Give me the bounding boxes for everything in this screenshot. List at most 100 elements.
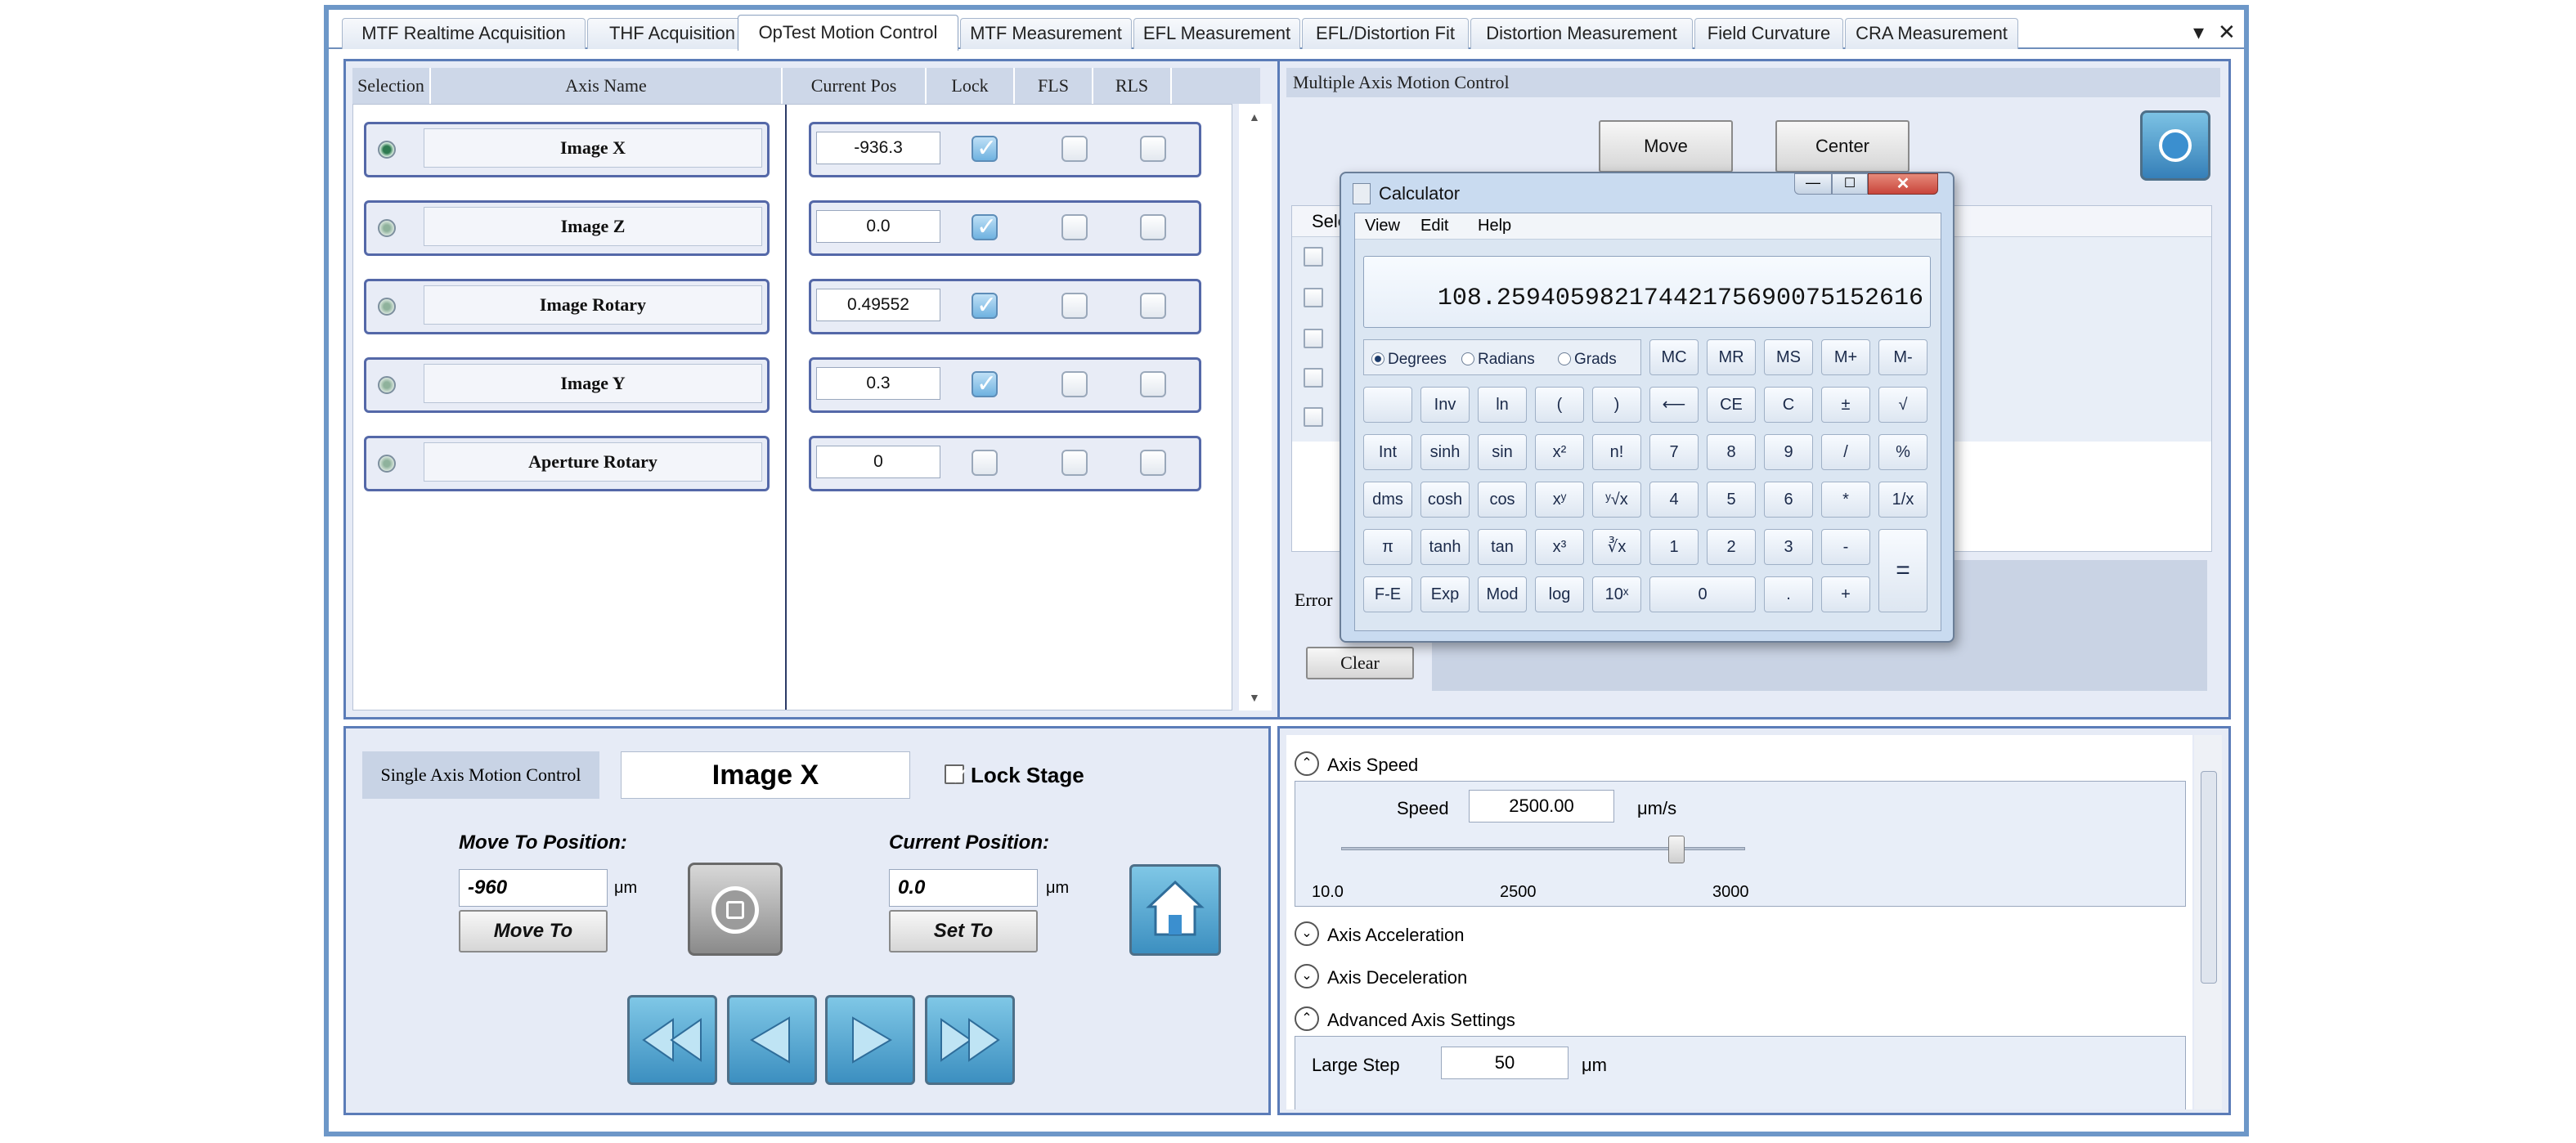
calc-key[interactable]: 5	[1707, 482, 1756, 518]
calc-key[interactable]: .	[1764, 576, 1813, 612]
clear-button[interactable]: Clear	[1306, 647, 1414, 679]
step-forward-button[interactable]	[825, 995, 915, 1085]
calc-key[interactable]: cosh	[1420, 482, 1470, 518]
axis-row-2-name-cell[interactable]: Image Z	[364, 200, 770, 256]
tab-efl-distortion-fit[interactable]: EFL/Distortion Fit	[1302, 18, 1469, 49]
calc-key[interactable]: 7	[1649, 434, 1699, 470]
calc-key[interactable]: x²	[1535, 434, 1584, 470]
current-position-input[interactable]: 0.0	[889, 869, 1038, 907]
angle-mode-degrees[interactable]: Degrees	[1371, 351, 1447, 369]
move-to-button[interactable]: Move To	[459, 910, 608, 952]
multi-row-checkbox-5[interactable]	[1304, 407, 1323, 427]
axis-row-4-name-cell[interactable]: Image Y	[364, 357, 770, 413]
minimize-button[interactable]: —	[1794, 173, 1832, 195]
axis-rls-checkbox[interactable]	[1140, 214, 1166, 240]
axis-row-5-name-cell[interactable]: Aperture Rotary	[364, 436, 770, 491]
calc-key[interactable]: (	[1535, 387, 1584, 423]
calc-key-memory[interactable]: MS	[1764, 339, 1813, 375]
calc-key[interactable]: /	[1821, 434, 1870, 470]
calc-key-equals[interactable]: =	[1878, 529, 1928, 612]
calc-key[interactable]: tan	[1478, 529, 1527, 565]
fast-forward-button[interactable]	[925, 995, 1015, 1085]
axis-select-radio[interactable]	[378, 376, 396, 394]
lock-stage-checkbox[interactable]	[945, 763, 970, 791]
settings-scrollbar[interactable]	[2194, 735, 2222, 1109]
calc-key[interactable]: sinh	[1420, 434, 1470, 470]
calc-key[interactable]: 1	[1649, 529, 1699, 565]
stop-all-button[interactable]	[2140, 110, 2210, 181]
axis-lock-checkbox[interactable]	[972, 291, 998, 320]
multi-row-checkbox-1[interactable]	[1304, 247, 1323, 267]
maximize-button[interactable]: ☐	[1832, 173, 1868, 195]
calc-key[interactable]: 6	[1764, 482, 1813, 518]
menu-edit[interactable]: Edit	[1420, 217, 1448, 235]
multi-row-checkbox-4[interactable]	[1304, 368, 1323, 388]
axis-acceleration-expand-icon[interactable]: ⌄	[1295, 921, 1319, 946]
calc-key[interactable]: Int	[1363, 434, 1412, 470]
axis-select-radio[interactable]	[378, 141, 396, 159]
axis-rls-checkbox[interactable]	[1140, 293, 1166, 319]
move-button[interactable]: Move	[1599, 120, 1733, 173]
step-backward-button[interactable]	[727, 995, 817, 1085]
settings-scroll-thumb[interactable]	[2201, 771, 2217, 984]
set-to-button[interactable]: Set To	[889, 910, 1038, 952]
multi-row-checkbox-3[interactable]	[1304, 329, 1323, 348]
calc-key[interactable]: log	[1535, 576, 1584, 612]
angle-mode-radians[interactable]: Radians	[1461, 351, 1535, 369]
scroll-up-icon[interactable]: ▲	[1249, 110, 1260, 123]
calc-key[interactable]: 8	[1707, 434, 1756, 470]
calc-key[interactable]: sin	[1478, 434, 1527, 470]
calc-key[interactable]: ±	[1821, 387, 1870, 423]
calc-key[interactable]: 9	[1764, 434, 1813, 470]
move-to-input[interactable]: -960	[459, 869, 608, 907]
axis-fls-checkbox[interactable]	[1061, 136, 1088, 162]
calc-key-memory[interactable]: MR	[1707, 339, 1756, 375]
calc-key[interactable]: x³	[1535, 529, 1584, 565]
calc-key[interactable]: 10ˣ	[1592, 576, 1641, 612]
axis-row-3-name-cell[interactable]: Image Rotary	[364, 279, 770, 334]
calc-key[interactable]: cos	[1478, 482, 1527, 518]
calc-key[interactable]: ln	[1478, 387, 1527, 423]
calc-key[interactable]: *	[1821, 482, 1870, 518]
calc-key[interactable]: 3	[1764, 529, 1813, 565]
advanced-settings-collapse-icon[interactable]: ⌃	[1295, 1006, 1319, 1031]
axis-row-1-name-cell[interactable]: Image X	[364, 122, 770, 177]
axis-lock-checkbox[interactable]	[972, 134, 998, 163]
close-button[interactable]: ✕	[1868, 173, 1938, 195]
tab-list-dropdown-icon[interactable]: ▾	[2193, 20, 2204, 45]
calc-key[interactable]: tanh	[1420, 529, 1470, 565]
calc-key[interactable]: ⟵	[1649, 387, 1699, 423]
multi-row-checkbox-2[interactable]	[1304, 288, 1323, 307]
tab-close-icon[interactable]: ✕	[2218, 20, 2236, 45]
axis-lock-checkbox[interactable]	[972, 213, 998, 241]
axis-speed-collapse-icon[interactable]: ⌃	[1295, 751, 1319, 776]
tab-mtf-measurement[interactable]: MTF Measurement	[960, 18, 1132, 49]
calc-key[interactable]: F-E	[1363, 576, 1412, 612]
calc-key[interactable]	[1363, 387, 1412, 423]
tab-mtf-realtime[interactable]: MTF Realtime Acquisition	[342, 18, 586, 49]
stop-axis-button[interactable]	[688, 863, 783, 956]
speed-slider-thumb[interactable]	[1668, 836, 1685, 863]
axis-rls-checkbox[interactable]	[1140, 371, 1166, 397]
calc-key[interactable]: 0	[1649, 576, 1756, 612]
axis-lock-checkbox[interactable]	[972, 370, 998, 398]
tab-thf-acquisition[interactable]: THF Acquisition	[587, 18, 757, 49]
tab-optest-motion-control[interactable]: OpTest Motion Control	[738, 15, 958, 51]
calc-key[interactable]: √	[1878, 387, 1928, 423]
fast-backward-button[interactable]	[627, 995, 717, 1085]
axis-fls-checkbox[interactable]	[1061, 371, 1088, 397]
calc-key-memory[interactable]: M+	[1821, 339, 1870, 375]
angle-mode-grads[interactable]: Grads	[1558, 351, 1617, 369]
calc-key[interactable]: +	[1821, 576, 1870, 612]
center-button[interactable]: Center	[1775, 120, 1910, 173]
calc-key[interactable]: xʸ	[1535, 482, 1584, 518]
advanced-settings-label[interactable]: Advanced Axis Settings	[1327, 1010, 1515, 1031]
calc-key[interactable]: CE	[1707, 387, 1756, 423]
axis-select-radio[interactable]	[378, 219, 396, 237]
scroll-down-icon[interactable]: ▼	[1249, 691, 1260, 704]
calc-key[interactable]: C	[1764, 387, 1813, 423]
calc-key[interactable]: Exp	[1420, 576, 1470, 612]
calc-key-memory[interactable]: MC	[1649, 339, 1699, 375]
axis-acceleration-label[interactable]: Axis Acceleration	[1327, 925, 1465, 946]
axis-fls-checkbox[interactable]	[1061, 293, 1088, 319]
